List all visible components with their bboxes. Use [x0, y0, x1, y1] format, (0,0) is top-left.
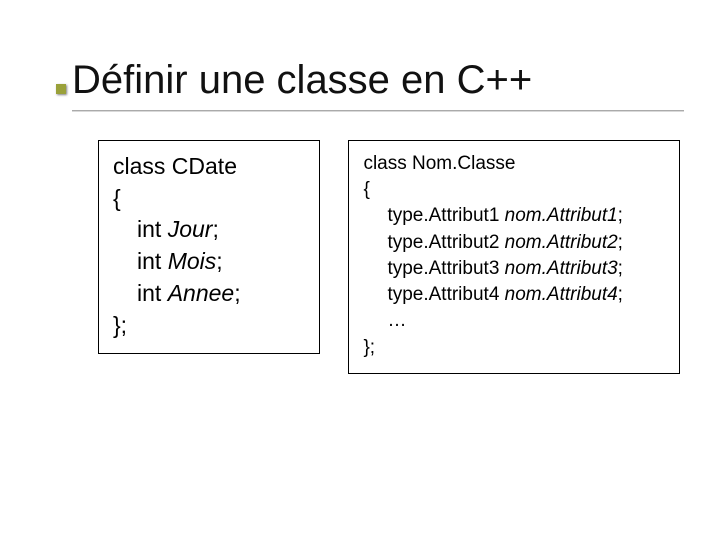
code-identifier: nom.Attribut2 — [505, 232, 618, 253]
code-identifier: Mois — [168, 248, 217, 274]
code-identifier: nom.Attribut1 — [505, 205, 618, 226]
content-columns: class CDate { int Jour; int Mois; int An… — [98, 140, 680, 374]
code-type: type.Attribut4 — [387, 284, 504, 305]
code-identifier: nom.Attribut3 — [505, 258, 618, 279]
code-identifier: nom.Attribut4 — [505, 284, 618, 305]
code-identifier: Jour — [168, 216, 213, 242]
code-line: type.Attribut4 nom.Attribut4; — [363, 282, 665, 308]
slide: Définir une classe en C++ class CDate { … — [0, 0, 720, 540]
code-identifier: Annee — [168, 280, 235, 306]
code-line: { — [113, 183, 305, 215]
code-semicolon: ; — [618, 205, 623, 226]
code-box-template: class Nom.Classe { type.Attribut1 nom.At… — [348, 140, 680, 374]
code-semicolon: ; — [212, 216, 218, 242]
code-keyword: int — [137, 280, 168, 306]
code-type: type.Attribut1 — [387, 205, 504, 226]
code-semicolon: ; — [216, 248, 222, 274]
title-bullet-icon — [56, 84, 66, 94]
code-line: { — [363, 177, 665, 203]
code-keyword: int — [137, 216, 168, 242]
code-line: int Annee; — [113, 278, 305, 310]
code-line: }; — [113, 310, 305, 342]
code-line: type.Attribut3 nom.Attribut3; — [363, 256, 665, 282]
code-semicolon: ; — [618, 232, 623, 253]
code-keyword: int — [137, 248, 168, 274]
code-line: int Jour; — [113, 214, 305, 246]
code-type: type.Attribut2 — [387, 232, 504, 253]
code-type: type.Attribut3 — [387, 258, 504, 279]
title-container: Définir une classe en C++ — [72, 58, 680, 103]
code-line: type.Attribut2 nom.Attribut2; — [363, 230, 665, 256]
code-line: }; — [363, 335, 665, 361]
code-line: class Nom.Classe — [363, 151, 665, 177]
title-underline — [72, 110, 684, 111]
code-line: class CDate — [113, 151, 305, 183]
code-semicolon: ; — [234, 280, 240, 306]
code-semicolon: ; — [618, 258, 623, 279]
code-ellipsis: … — [363, 308, 665, 334]
code-line: type.Attribut1 nom.Attribut1; — [363, 203, 665, 229]
code-box-example: class CDate { int Jour; int Mois; int An… — [98, 140, 320, 354]
page-title: Définir une classe en C++ — [72, 58, 680, 103]
code-semicolon: ; — [618, 284, 623, 305]
code-line: int Mois; — [113, 246, 305, 278]
